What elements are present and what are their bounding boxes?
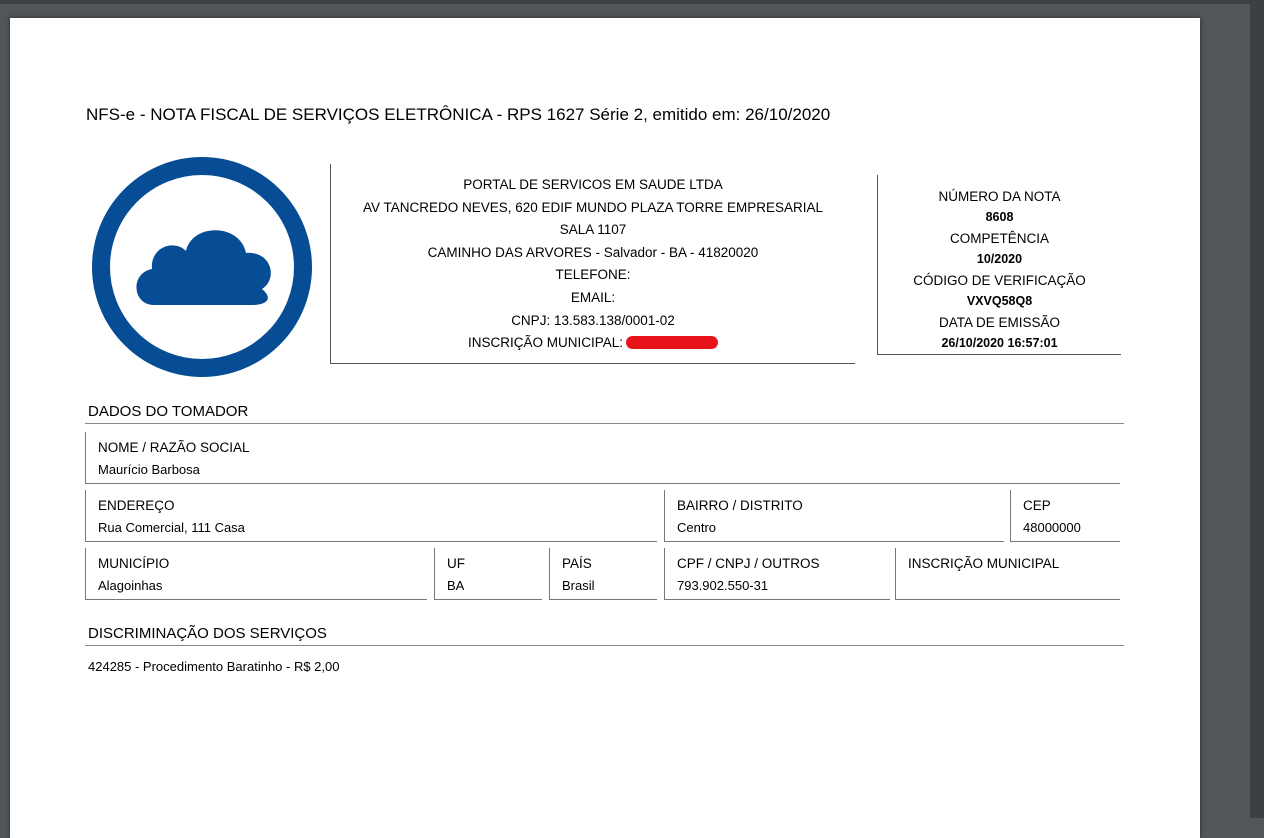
servicos-section-title: DISCRIMINAÇÃO DOS SERVIÇOS [88, 625, 327, 642]
prestador-name: PORTAL DE SERVICOS EM SAUDE LTDA [463, 177, 723, 192]
prestador-address-3: CAMINHO DAS ARVORES - Salvador - BA - 41… [427, 244, 759, 260]
competencia-value: 10/2020 [976, 252, 1023, 266]
bairro-label: BAIRRO / DISTRITO [677, 498, 803, 513]
redaction-mark [626, 336, 719, 350]
cpf-cell: CPF / CNPJ / OUTROS 793.902.550-31 [664, 548, 890, 600]
numero-label: NÚMERO DA NOTA [938, 189, 1061, 204]
nome-label: NOME / RAZÃO SOCIAL [98, 440, 250, 455]
prestador-telefone: TELEFONE: [555, 267, 631, 283]
tomador-divider [85, 423, 1124, 424]
document-page: NFS-e - NOTA FISCAL DE SERVIÇOS ELETRÔNI… [10, 18, 1200, 838]
inscricao-cell: INSCRIÇÃO MUNICIPAL [895, 548, 1120, 600]
competencia-label: COMPETÊNCIA [949, 231, 1049, 246]
inscricao-label: INSCRIÇÃO MUNICIPAL [908, 556, 1060, 571]
cep-value: 48000000 [1023, 520, 1081, 535]
company-logo [90, 155, 314, 379]
servicos-description: 424285 - Procedimento Baratinho - R$ 2,0… [88, 659, 340, 674]
prestador-block: PORTAL DE SERVICOS EM SAUDE LTDA AV TANC… [330, 164, 855, 364]
cep-label: CEP [1023, 498, 1051, 513]
municipio-value: Alagoinhas [98, 578, 163, 593]
cloud-icon [92, 157, 312, 377]
codigo-value: VXVQ58Q8 [966, 294, 1033, 308]
bairro-value: Centro [677, 520, 717, 535]
cpf-label: CPF / CNPJ / OUTROS [677, 556, 820, 571]
prestador-inscricao-label: INSCRIÇÃO MUNICIPAL: [467, 335, 624, 351]
uf-value: BA [447, 578, 465, 593]
cep-cell: CEP 48000000 [1010, 490, 1120, 542]
prestador-cnpj: CNPJ: 13.583.138/0001-02 [511, 312, 675, 328]
prestador-email: EMAIL: [570, 289, 616, 305]
viewer-top-bar [0, 0, 1264, 4]
codigo-label: CÓDIGO DE VERIFICAÇÃO [913, 273, 1086, 288]
endereco-value: Rua Comercial, 111 Casa [98, 520, 245, 535]
viewer-scrollbar[interactable] [1250, 0, 1264, 818]
pais-value: Brasil [562, 578, 595, 593]
municipio-label: MUNICÍPIO [98, 556, 170, 571]
endereco-label: ENDEREÇO [98, 498, 175, 513]
bairro-cell: BAIRRO / DISTRITO Centro [664, 490, 1004, 542]
pais-cell: PAÍS Brasil [549, 548, 657, 600]
prestador-inscricao: INSCRIÇÃO MUNICIPAL: [331, 332, 855, 355]
tomador-section-title: DADOS DO TOMADOR [88, 403, 249, 420]
uf-label: UF [447, 556, 465, 571]
data-emissao-label: DATA DE EMISSÃO [938, 315, 1061, 330]
nota-info-block: NÚMERO DA NOTA 8608 COMPETÊNCIA 10/2020 … [877, 175, 1121, 355]
pais-label: PAÍS [562, 556, 592, 571]
endereco-cell: ENDEREÇO Rua Comercial, 111 Casa [85, 490, 657, 542]
municipio-cell: MUNICÍPIO Alagoinhas [85, 548, 427, 600]
cpf-value: 793.902.550-31 [677, 578, 769, 593]
uf-cell: UF BA [434, 548, 542, 600]
servicos-divider [85, 645, 1124, 646]
nome-value: Maurício Barbosa [98, 462, 200, 477]
nome-cell: NOME / RAZÃO SOCIAL Maurício Barbosa [85, 432, 1120, 484]
prestador-address-1: AV TANCREDO NEVES, 620 EDIF MUNDO PLAZA … [362, 199, 824, 215]
data-emissao-value: 26/10/2020 16:57:01 [941, 336, 1058, 350]
numero-value: 8608 [985, 210, 1014, 224]
document-title: NFS-e - NOTA FISCAL DE SERVIÇOS ELETRÔNI… [86, 105, 831, 124]
prestador-address-2: SALA 1107 [559, 222, 627, 238]
